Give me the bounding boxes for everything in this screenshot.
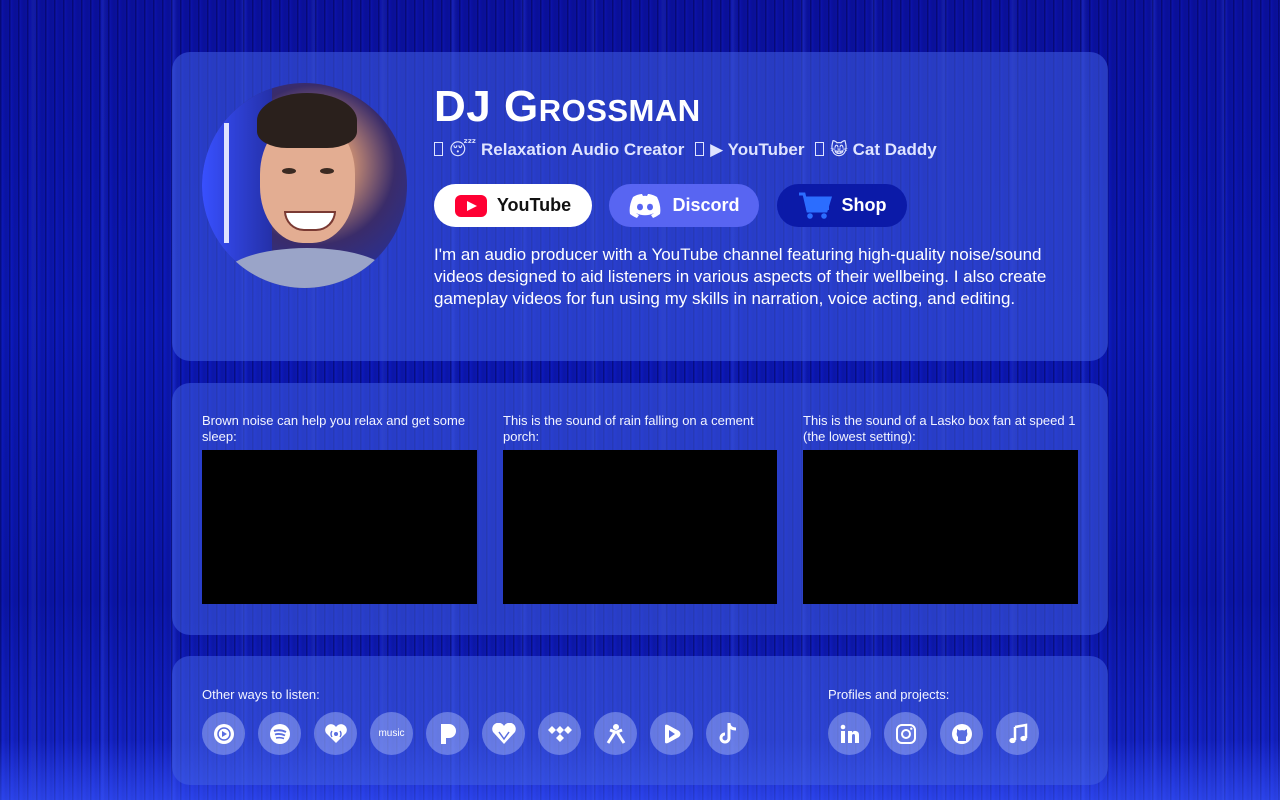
- video-caption: This is the sound of rain falling on a c…: [503, 413, 754, 444]
- linkedin-icon[interactable]: [828, 712, 871, 755]
- separator-glyph: [815, 142, 825, 156]
- shop-button-label: Shop: [841, 195, 887, 215]
- video-player[interactable]: [803, 450, 1078, 604]
- music-note-icon[interactable]: [996, 712, 1039, 755]
- video-player[interactable]: [503, 450, 777, 604]
- shop-button[interactable]: Shop: [777, 184, 907, 227]
- video-item: This is the sound of a Lasko box fan at …: [803, 413, 1078, 604]
- tagline: 😴 Relaxation Audio Creator ▶ YouTuber 😸 …: [434, 140, 943, 160]
- profiles-label: Profiles and projects:: [828, 687, 950, 702]
- listen-icons: music: [202, 712, 749, 755]
- page-title: DJ Grossman: [434, 82, 701, 131]
- cart-icon: [798, 191, 832, 221]
- anghami-icon[interactable]: [594, 712, 637, 755]
- tiktok-icon[interactable]: [706, 712, 749, 755]
- profile-card: DJ Grossman 😴 Relaxation Audio Creator ▶…: [172, 52, 1108, 361]
- tagline-relaxation: 😴 Relaxation Audio Creator: [449, 140, 685, 159]
- profile-icons: [828, 712, 1039, 755]
- youtube-button[interactable]: YouTube: [434, 184, 592, 227]
- avatar: [202, 83, 407, 288]
- instagram-icon[interactable]: [884, 712, 927, 755]
- youtube-icon: [454, 194, 487, 217]
- youtube-button-label: YouTube: [496, 195, 572, 215]
- video-caption: Brown noise can help you relax and get s…: [202, 413, 466, 444]
- bio-text: I'm an audio producer with a YouTube cha…: [434, 245, 1047, 308]
- discord-icon: [628, 193, 662, 219]
- deezer-icon[interactable]: [482, 712, 525, 755]
- tidal-icon[interactable]: [538, 712, 581, 755]
- discord-button-label: Discord: [672, 195, 740, 215]
- video-caption: This is the sound of a Lasko box fan at …: [803, 413, 1076, 444]
- videos-card: Brown noise can help you relax and get s…: [172, 383, 1108, 635]
- github-icon[interactable]: [940, 712, 983, 755]
- separator-glyph: [695, 142, 705, 156]
- pandora-icon[interactable]: [426, 712, 469, 755]
- video-item: Brown noise can help you relax and get s…: [202, 413, 477, 604]
- amazon-music-icon[interactable]: music: [370, 712, 413, 755]
- youtube-music-icon[interactable]: [202, 712, 245, 755]
- spotify-icon[interactable]: [258, 712, 301, 755]
- separator-glyph: [434, 142, 443, 156]
- amazon-music-text: music: [378, 728, 405, 739]
- listen-label: Other ways to listen:: [202, 687, 320, 702]
- tagline-youtuber: ▶ YouTuber: [710, 140, 805, 159]
- video-player[interactable]: [202, 450, 477, 604]
- iheart-icon[interactable]: [314, 712, 357, 755]
- rumble-icon[interactable]: [650, 712, 693, 755]
- tagline-cat-daddy: 😸 Cat Daddy: [830, 140, 937, 159]
- video-item: This is the sound of rain falling on a c…: [503, 413, 777, 604]
- discord-button[interactable]: Discord: [609, 184, 759, 227]
- links-card: Other ways to listen: music Profiles and…: [172, 656, 1108, 785]
